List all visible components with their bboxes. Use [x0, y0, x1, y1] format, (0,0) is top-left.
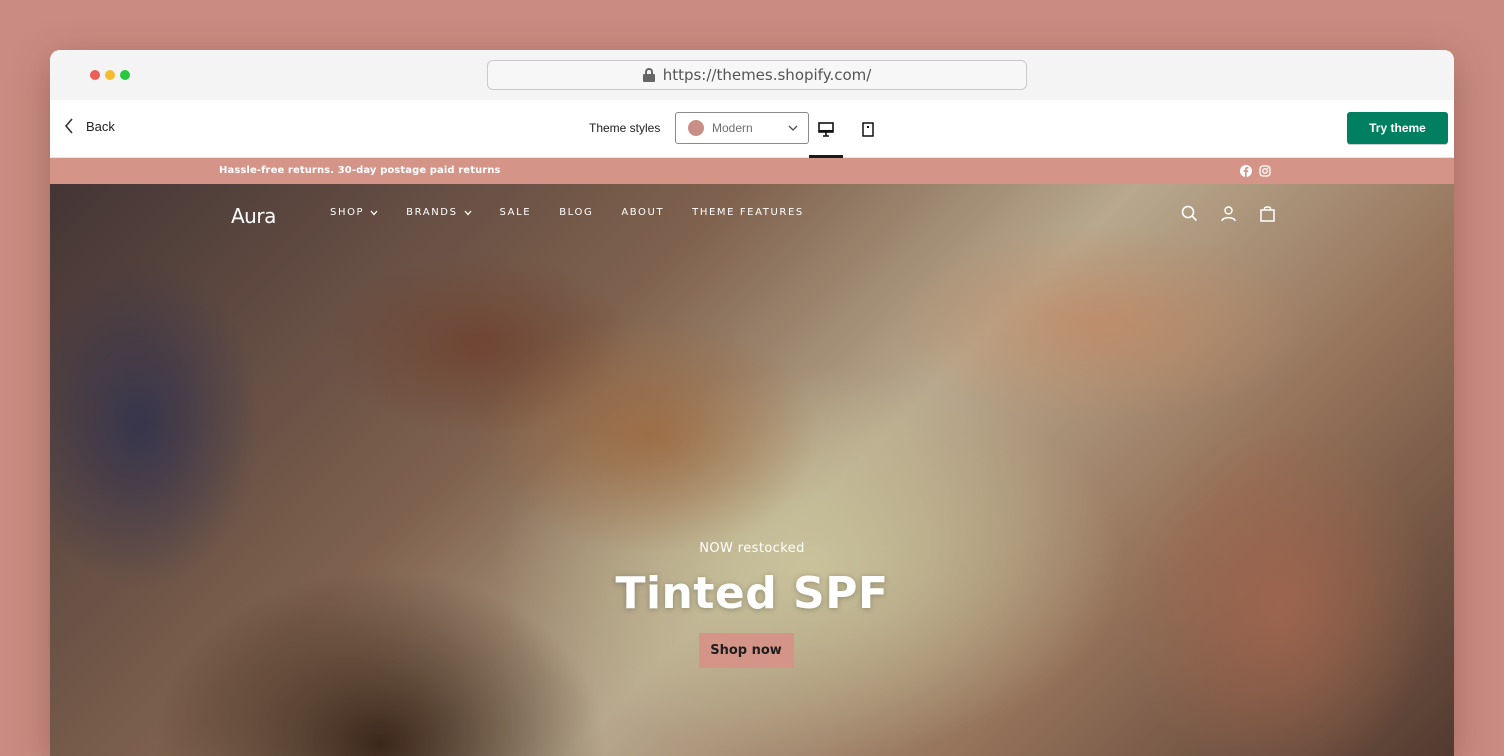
hero-title: Tinted SPF — [615, 568, 889, 619]
desktop-view-button[interactable] — [818, 122, 834, 142]
nav-item-shop[interactable]: SHOP — [330, 207, 378, 218]
nav-item-about[interactable]: ABOUT — [621, 207, 664, 218]
header-actions — [1181, 205, 1276, 227]
chevron-down-icon — [788, 125, 798, 131]
chevron-left-icon — [64, 118, 73, 134]
nav-item-blog[interactable]: BLOG — [559, 207, 593, 218]
maximize-window-button[interactable] — [120, 70, 130, 80]
nav-label: SALE — [499, 207, 532, 218]
browser-titlebar: https://themes.shopify.com/ — [50, 50, 1454, 100]
search-icon[interactable] — [1181, 205, 1198, 227]
style-selected-value: Modern — [712, 121, 753, 135]
hero-eyebrow: NOW restocked — [699, 541, 805, 556]
nav-label: ABOUT — [621, 207, 665, 218]
announcement-text: Hassle-free returns. 30-day postage paid… — [219, 165, 501, 176]
try-theme-button[interactable]: Try theme — [1347, 112, 1448, 144]
hero-image — [50, 184, 1454, 756]
back-label: Back — [86, 118, 115, 134]
nav-label: SHOP — [330, 207, 365, 218]
browser-window: https://themes.shopify.com/ Back Theme s… — [50, 50, 1454, 756]
nav-item-theme-features[interactable]: THEME FEATURES — [692, 207, 804, 218]
window-controls — [90, 70, 130, 80]
social-links — [1240, 164, 1271, 182]
chevron-down-icon — [370, 210, 378, 215]
cart-icon[interactable] — [1259, 205, 1276, 227]
theme-preview-toolbar: Back Theme styles Modern Try theme — [50, 100, 1454, 158]
nav-label: BRANDS — [406, 207, 458, 218]
theme-style-select[interactable]: Modern — [675, 112, 809, 144]
announcement-bar: Hassle-free returns. 30-day postage paid… — [50, 158, 1454, 184]
style-swatch — [688, 120, 704, 136]
address-bar[interactable]: https://themes.shopify.com/ — [487, 60, 1027, 90]
nav-label: THEME FEATURES — [692, 207, 804, 218]
nav-item-brands[interactable]: BRANDS — [406, 207, 472, 218]
facebook-icon[interactable] — [1240, 164, 1252, 182]
mobile-view-button[interactable] — [862, 122, 874, 142]
main-nav: SHOP BRANDS SALE BLOG ABOUT THEME FEATUR… — [330, 207, 832, 218]
minimize-window-button[interactable] — [105, 70, 115, 80]
instagram-icon[interactable] — [1259, 164, 1271, 182]
url-text: https://themes.shopify.com/ — [662, 66, 872, 84]
back-button[interactable]: Back — [64, 118, 115, 134]
close-window-button[interactable] — [90, 70, 100, 80]
mobile-icon — [862, 122, 874, 137]
nav-item-sale[interactable]: SALE — [500, 207, 532, 218]
nav-label: BLOG — [559, 207, 594, 218]
lock-icon — [642, 68, 655, 82]
theme-styles-label: Theme styles — [589, 121, 661, 135]
account-icon[interactable] — [1220, 205, 1237, 227]
chevron-down-icon — [464, 210, 472, 215]
shop-now-button[interactable]: Shop now — [698, 633, 794, 668]
hero-banner: Aura SHOP BRANDS SALE BLOG ABOUT THEME F… — [50, 184, 1454, 756]
hero-content: NOW restocked Tinted SPF Shop now — [50, 541, 1454, 668]
store-logo[interactable]: Aura — [231, 204, 276, 228]
desktop-icon — [818, 122, 834, 137]
